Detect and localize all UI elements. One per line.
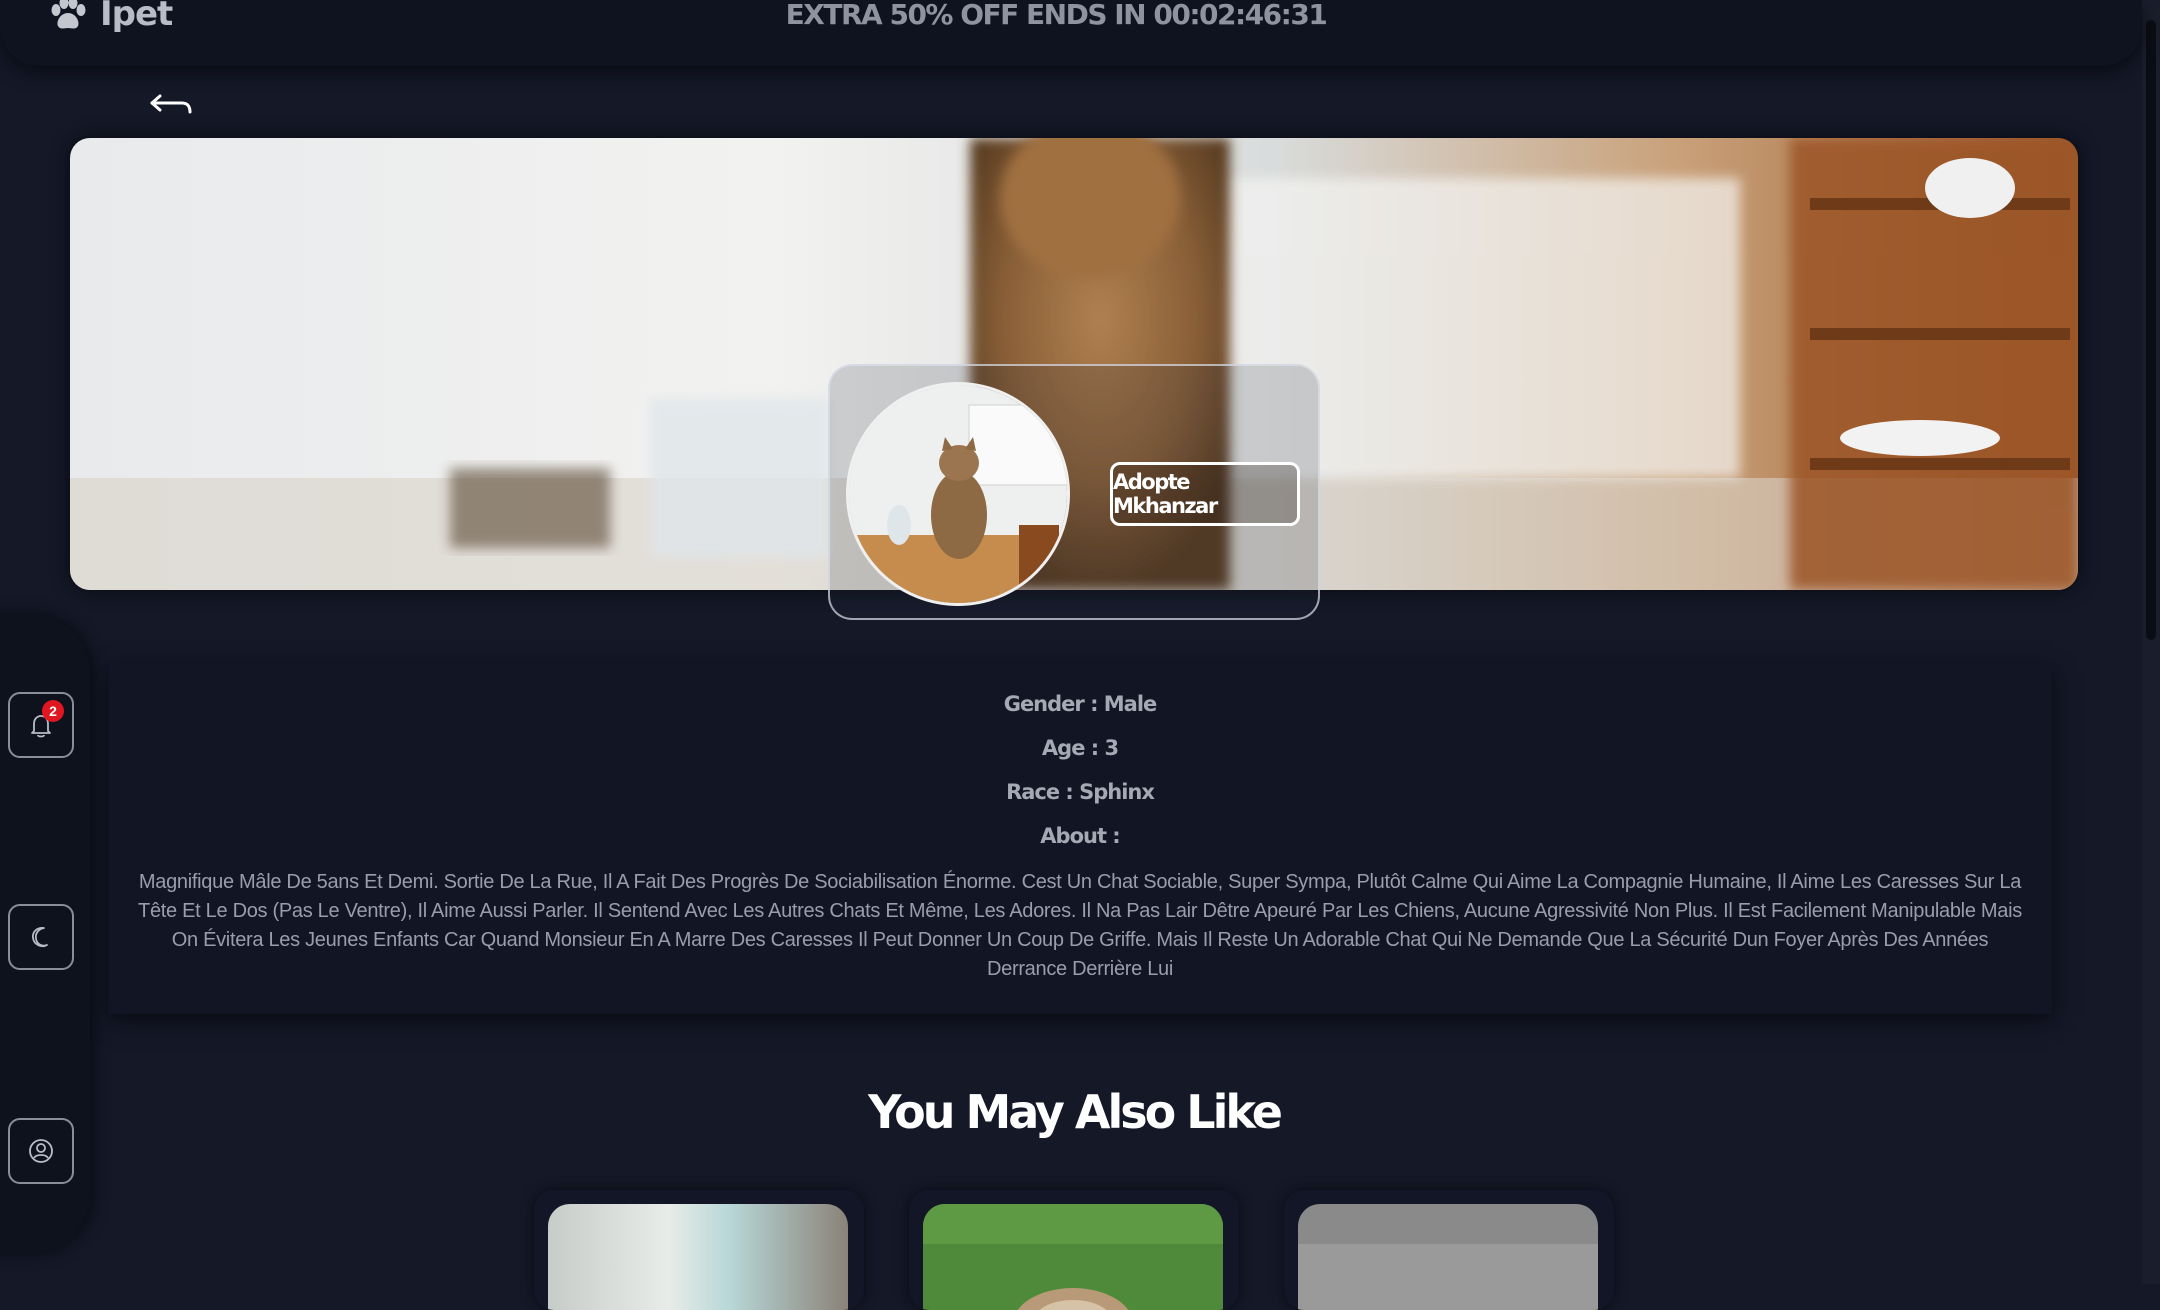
scrollbar-thumb[interactable] <box>2146 20 2156 640</box>
notification-count-badge: 2 <box>42 700 64 722</box>
suggestion-card[interactable] <box>534 1190 864 1310</box>
about-label: About : <box>1040 824 1120 848</box>
suggestion-image <box>548 1204 848 1310</box>
page-scrollbar[interactable] <box>2142 0 2160 1284</box>
sidebar: 2 <box>0 614 90 1254</box>
user-icon <box>29 1139 53 1163</box>
top-bar: Ipet EXTRA 50% OFF ENDS IN 00:02:46:31 <box>0 0 2142 66</box>
suggestion-image <box>1298 1204 1598 1310</box>
profile-card: Adopte Mkhanzar <box>828 364 1320 620</box>
promo-countdown: EXTRA 50% OFF ENDS IN 00:02:46:31 <box>785 0 1328 31</box>
about-description: Magnifique Mâle De 5ans Et Demi. Sortie … <box>138 871 2022 980</box>
moon-icon <box>31 926 48 948</box>
pet-details-panel: Gender : Male Age : 3 Race : Sphinx Abou… <box>108 664 2052 1014</box>
race-label: Race : Sphinx <box>1006 780 1155 804</box>
pet-avatar <box>846 382 1070 606</box>
suggestion-card[interactable] <box>909 1190 1239 1310</box>
age-label: Age : 3 <box>1041 736 1119 760</box>
gender-label: Gender : Male <box>1003 692 1158 716</box>
notifications-button[interactable]: 2 <box>8 692 74 758</box>
suggestion-image <box>923 1204 1223 1310</box>
theme-toggle-button[interactable] <box>8 904 74 970</box>
user-profile-button[interactable] <box>8 1118 74 1184</box>
back-arrow-icon <box>150 94 192 114</box>
suggestion-card[interactable] <box>1284 1190 1614 1310</box>
back-button[interactable] <box>148 88 196 124</box>
adopt-button[interactable]: Adopte Mkhanzar <box>1110 462 1300 526</box>
suggestions-title: You May Also Like <box>868 1085 1283 1139</box>
